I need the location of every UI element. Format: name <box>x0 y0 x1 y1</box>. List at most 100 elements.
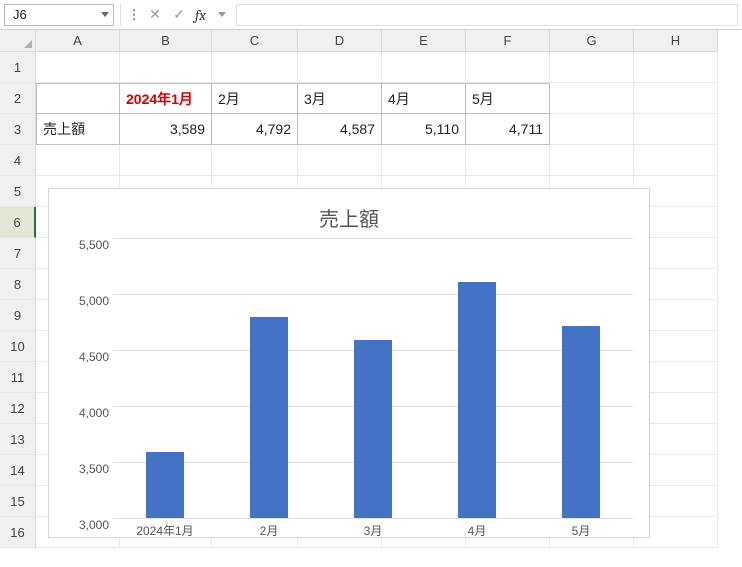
chart-ytick-label: 5,500 <box>65 238 109 252</box>
row-header-1[interactable]: 1 <box>0 52 36 83</box>
cell-E1[interactable] <box>382 52 466 83</box>
column-header-row: A B C D E F G H <box>0 30 742 52</box>
select-all-corner[interactable] <box>0 30 36 52</box>
row-header-4[interactable]: 4 <box>0 145 36 176</box>
row-header-14[interactable]: 14 <box>0 455 36 486</box>
cell-D1[interactable] <box>298 52 382 83</box>
row-header-13[interactable]: 13 <box>0 424 36 455</box>
cell-A1[interactable] <box>36 52 120 83</box>
cell-A4[interactable] <box>36 145 120 176</box>
cell-A3[interactable]: 売上額 <box>36 114 120 145</box>
row-header-col: 12345678910111213141516 <box>0 52 36 548</box>
row-header-2[interactable]: 2 <box>0 83 36 114</box>
chart-bar-slot <box>113 238 217 518</box>
chart-x-axis-labels: 2024年1月2月3月4月5月 <box>113 518 633 540</box>
cell-B4[interactable] <box>120 145 212 176</box>
name-box[interactable]: J6 <box>4 4 114 26</box>
cell-H3[interactable] <box>634 114 718 145</box>
chart-bar[interactable] <box>354 340 392 518</box>
chart-bar[interactable] <box>458 282 496 518</box>
cell-C1[interactable] <box>212 52 298 83</box>
row-header-7[interactable]: 7 <box>0 238 36 269</box>
row-header-8[interactable]: 8 <box>0 269 36 300</box>
row-header-5[interactable]: 5 <box>0 176 36 207</box>
row-header-6[interactable]: 6 <box>0 207 36 238</box>
chart-ytick-label: 5,000 <box>65 294 109 308</box>
menu-dots-icon[interactable]: ⋮ <box>127 7 141 23</box>
cell-F2[interactable]: 5月 <box>466 83 550 114</box>
row-header-16[interactable]: 16 <box>0 517 36 548</box>
formula-dropdown-button[interactable] <box>212 4 232 26</box>
chart-xtick-label: 2024年1月 <box>113 522 217 539</box>
cell-B2[interactable]: 2024年1月 <box>120 83 212 114</box>
cell-H1[interactable] <box>634 52 718 83</box>
col-header-G[interactable]: G <box>550 30 634 52</box>
col-header-B[interactable]: B <box>120 30 212 52</box>
formula-input[interactable] <box>236 4 738 26</box>
col-header-E[interactable]: E <box>382 30 466 52</box>
col-header-D[interactable]: D <box>298 30 382 52</box>
row-1 <box>36 52 718 83</box>
chart-bar-slot <box>321 238 425 518</box>
chart-bar[interactable] <box>562 326 600 518</box>
chevron-down-icon <box>218 12 226 17</box>
cell-G2[interactable] <box>550 83 634 114</box>
chart-ytick-label: 4,500 <box>65 350 109 364</box>
col-header-C[interactable]: C <box>212 30 298 52</box>
chart-ytick-label: 3,500 <box>65 462 109 476</box>
cell-E4[interactable] <box>382 145 466 176</box>
cell-D4[interactable] <box>298 145 382 176</box>
chart-plot-area: 3,0003,5004,0004,5005,0005,500 <box>113 238 633 518</box>
cell-G1[interactable] <box>550 52 634 83</box>
cell-B1[interactable] <box>120 52 212 83</box>
cell-G4[interactable] <box>550 145 634 176</box>
col-header-H[interactable]: H <box>634 30 718 52</box>
divider <box>120 4 121 26</box>
chart-xtick-label: 4月 <box>425 522 529 539</box>
chart-ytick-label: 3,000 <box>65 518 109 532</box>
chart-ytick-label: 4,000 <box>65 406 109 420</box>
chart-bar-slot <box>425 238 529 518</box>
row-2: 2024年1月2月3月4月5月 <box>36 83 718 114</box>
chart-xtick-label: 5月 <box>529 522 633 539</box>
cell-F4[interactable] <box>466 145 550 176</box>
fx-icon: fx <box>195 6 206 24</box>
cell-C4[interactable] <box>212 145 298 176</box>
cell-F3[interactable]: 4,711 <box>466 114 550 145</box>
chart-bar[interactable] <box>250 317 288 518</box>
chart-bar-slot <box>217 238 321 518</box>
cell-F1[interactable] <box>466 52 550 83</box>
col-header-A[interactable]: A <box>36 30 120 52</box>
row-header-3[interactable]: 3 <box>0 114 36 145</box>
chart-xtick-label: 2月 <box>217 522 321 539</box>
row-header-15[interactable]: 15 <box>0 486 36 517</box>
embedded-chart[interactable]: 売上額 3,0003,5004,0004,5005,0005,500 2024年… <box>48 188 650 538</box>
row-header-10[interactable]: 10 <box>0 331 36 362</box>
formula-bar: J6 ⋮ ✕ ✓ fx <box>0 0 742 30</box>
row-header-12[interactable]: 12 <box>0 393 36 424</box>
row-3: 売上額3,5894,7924,5875,1104,711 <box>36 114 718 145</box>
chevron-down-icon <box>101 12 109 17</box>
cell-C3[interactable]: 4,792 <box>212 114 298 145</box>
insert-function-button[interactable]: fx <box>193 6 208 24</box>
cell-C2[interactable]: 2月 <box>212 83 298 114</box>
cell-D3[interactable]: 4,587 <box>298 114 382 145</box>
chart-gridline <box>113 518 633 519</box>
row-4 <box>36 145 718 176</box>
chart-bar[interactable] <box>146 452 184 518</box>
cell-H2[interactable] <box>634 83 718 114</box>
cell-B3[interactable]: 3,589 <box>120 114 212 145</box>
enter-formula-button[interactable]: ✓ <box>169 4 189 26</box>
col-header-F[interactable]: F <box>466 30 550 52</box>
chart-bar-slot <box>529 238 633 518</box>
row-header-11[interactable]: 11 <box>0 362 36 393</box>
cell-H4[interactable] <box>634 145 718 176</box>
chart-xtick-label: 3月 <box>321 522 425 539</box>
cell-E3[interactable]: 5,110 <box>382 114 466 145</box>
cell-G3[interactable] <box>550 114 634 145</box>
cell-E2[interactable]: 4月 <box>382 83 466 114</box>
cell-A2[interactable] <box>36 83 120 114</box>
cancel-formula-button[interactable]: ✕ <box>145 4 165 26</box>
cell-D2[interactable]: 3月 <box>298 83 382 114</box>
row-header-9[interactable]: 9 <box>0 300 36 331</box>
